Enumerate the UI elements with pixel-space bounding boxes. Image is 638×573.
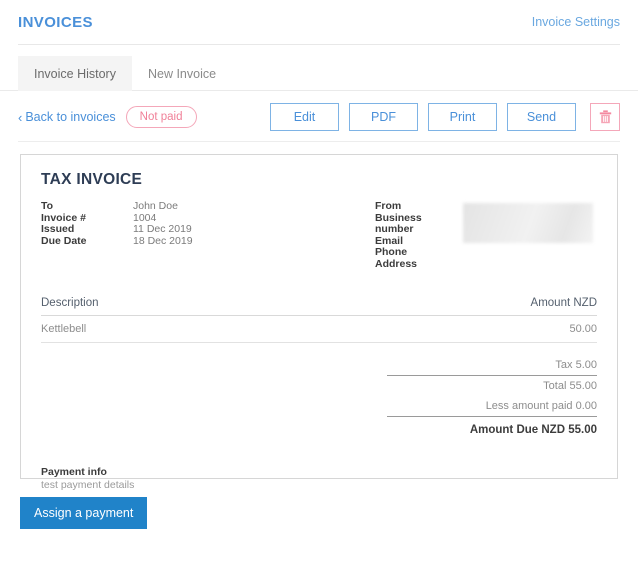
- payment-info-title: Payment info: [41, 465, 107, 478]
- line-items-header: Description Amount NZD: [41, 297, 597, 316]
- payment-info-block: Payment info test payment details: [41, 466, 597, 492]
- total-less-amount-paid: Less amount paid 0.00: [387, 396, 597, 417]
- chevron-left-icon: ‹: [18, 109, 23, 125]
- meta-value-due-date: 18 Dec 2019: [133, 234, 193, 247]
- tab-new-invoice[interactable]: New Invoice: [132, 56, 232, 91]
- column-header-description: Description: [41, 296, 99, 309]
- total-amount-due: Amount Due NZD 55.00: [469, 423, 597, 436]
- from-label-from: From: [375, 200, 402, 212]
- status-badge: Not paid: [125, 106, 197, 128]
- invoice-heading: TAX INVOICE: [41, 171, 143, 188]
- invoice-meta-values: John Doe 1004 11 Dec 2019 18 Dec 2019: [133, 200, 193, 271]
- print-button[interactable]: Print: [428, 103, 497, 131]
- tab-bar: Invoice History New Invoice: [0, 55, 638, 91]
- trash-icon: [599, 110, 611, 124]
- page-title: INVOICES: [18, 13, 93, 31]
- redacted-sender-details: [463, 203, 593, 243]
- assign-a-payment-button[interactable]: Assign a payment: [20, 497, 148, 529]
- pdf-button[interactable]: PDF: [349, 103, 418, 131]
- meta-value-to: John Doe: [133, 200, 178, 212]
- total-tax: Tax 5.00: [387, 355, 597, 376]
- back-to-invoices-link[interactable]: ‹ Back to invoices: [18, 110, 116, 124]
- invoice-from-labels: From Business number Email Phone Address: [375, 200, 463, 271]
- send-button[interactable]: Send: [507, 103, 576, 131]
- invoice-meta-row: To Invoice # Issued Due Date John Doe 10…: [41, 200, 597, 271]
- delete-button[interactable]: [590, 103, 620, 131]
- line-item-description: Kettlebell: [41, 322, 87, 335]
- meta-label-due-date: Due Date: [41, 234, 87, 247]
- payment-info-detail: test payment details: [41, 478, 135, 491]
- toolbar-button-group: Edit PDF Print Send: [270, 103, 620, 131]
- meta-label-to: To: [41, 200, 54, 212]
- invoice-from-block: From Business number Email Phone Address: [375, 200, 593, 271]
- invoice-card: TAX INVOICE To Invoice # Issued Due Date…: [20, 154, 618, 491]
- from-label-business-number: Business number: [375, 211, 422, 236]
- header-divider: [18, 44, 620, 45]
- line-items-table: Description Amount NZD Kettlebell 50.00: [41, 297, 597, 343]
- from-label-address: Address: [375, 257, 418, 270]
- toolbar-divider: [18, 141, 620, 142]
- column-header-amount: Amount NZD: [530, 296, 597, 309]
- back-to-invoices-label: Back to invoices: [25, 110, 116, 124]
- table-row: Kettlebell 50.00: [41, 316, 597, 343]
- invoice-settings-link[interactable]: Invoice Settings: [532, 15, 620, 29]
- action-toolbar: ‹ Back to invoices Not paid Edit PDF Pri…: [0, 91, 638, 141]
- page-header: INVOICES Invoice Settings: [0, 0, 638, 44]
- invoice-meta-labels: To Invoice # Issued Due Date: [41, 200, 133, 271]
- total-subtotal: Total 55.00: [543, 379, 597, 392]
- line-item-amount: 50.00: [569, 322, 597, 335]
- edit-button[interactable]: Edit: [270, 103, 339, 131]
- tab-invoice-history[interactable]: Invoice History: [18, 56, 132, 91]
- invoice-totals: Tax 5.00 Total 55.00 Less amount paid 0.…: [41, 355, 597, 440]
- invoice-meta-block: To Invoice # Issued Due Date John Doe 10…: [41, 200, 193, 271]
